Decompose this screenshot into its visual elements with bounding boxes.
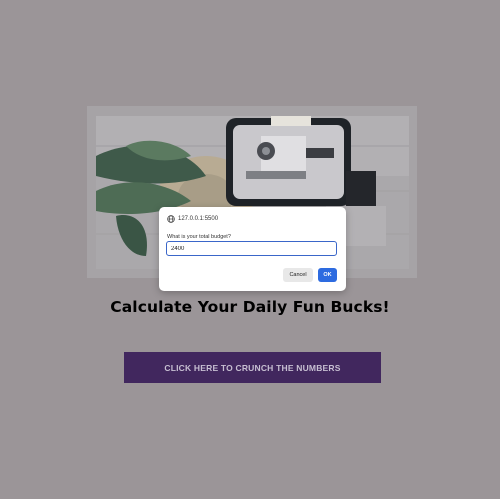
crunch-numbers-button[interactable]: CLICK HERE TO CRUNCH THE NUMBERS <box>124 352 381 383</box>
prompt-dialog: 127.0.0.1:5500 What is your total budget… <box>159 207 346 291</box>
ok-button[interactable]: OK <box>318 268 337 282</box>
globe-icon <box>167 215 175 223</box>
dialog-origin-text: 127.0.0.1:5500 <box>178 216 219 222</box>
page-title: Calculate Your Daily Fun Bucks! <box>110 298 390 316</box>
cancel-button[interactable]: Cancel <box>283 268 313 282</box>
dialog-origin: 127.0.0.1:5500 <box>167 215 218 223</box>
crunch-numbers-button-label: CLICK HERE TO CRUNCH THE NUMBERS <box>164 362 341 373</box>
dialog-message: What is your total budget? <box>167 234 231 240</box>
budget-input[interactable] <box>166 241 337 256</box>
page: Calculate Your Daily Fun Bucks! CLICK HE… <box>0 0 500 499</box>
